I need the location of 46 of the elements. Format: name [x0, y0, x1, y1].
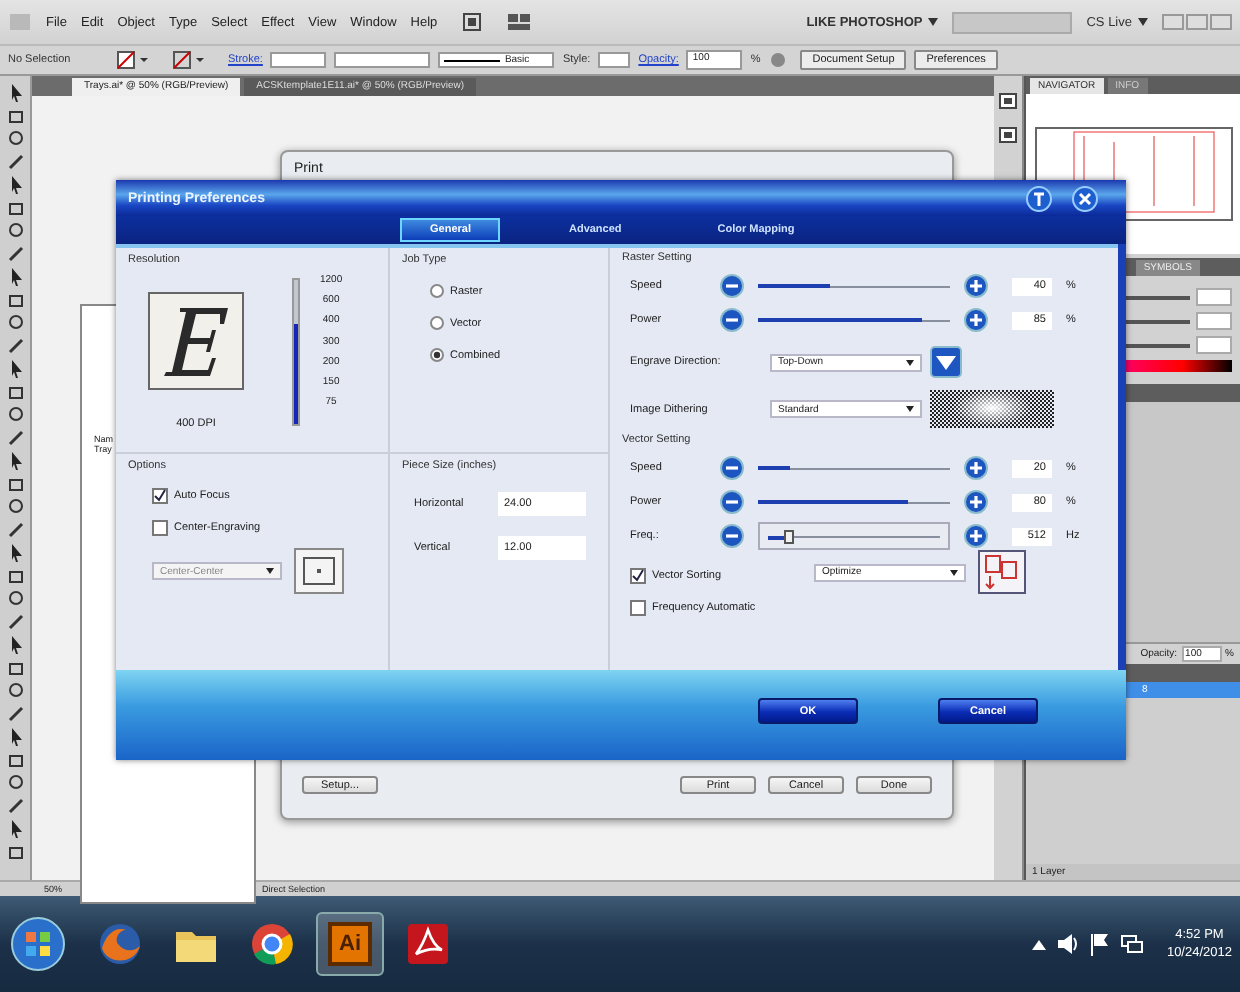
network-icon[interactable] — [1120, 932, 1145, 956]
caret-icon — [1138, 18, 1148, 26]
minus-button[interactable] — [720, 524, 744, 548]
minus-button[interactable] — [720, 308, 744, 332]
plus-button[interactable] — [964, 308, 988, 332]
dither-preview — [930, 390, 1054, 428]
speaker-icon[interactable] — [1056, 932, 1081, 956]
caret-icon — [928, 18, 939, 26]
globe-icon[interactable] — [96, 920, 144, 968]
radio-button-selected[interactable] — [430, 348, 444, 362]
plus-button[interactable] — [964, 274, 988, 298]
minus-button[interactable] — [720, 490, 744, 514]
color-field[interactable] — [1196, 336, 1232, 354]
checkbox-checked[interactable] — [152, 488, 168, 504]
checkbox[interactable] — [152, 520, 168, 536]
slider[interactable] — [758, 522, 950, 550]
app-button[interactable]: Ai — [328, 922, 372, 966]
app-logo-icon — [8, 12, 32, 32]
radio-button[interactable] — [430, 316, 444, 330]
start-button[interactable] — [8, 914, 68, 974]
show-hidden-icon[interactable] — [1032, 938, 1047, 950]
color-field[interactable] — [1196, 288, 1232, 306]
resolution-meter[interactable] — [292, 278, 300, 426]
plus-button[interactable] — [964, 490, 988, 514]
color-field[interactable] — [1196, 312, 1232, 330]
document-app-icon[interactable] — [404, 920, 452, 968]
style-dropdown[interactable] — [598, 52, 631, 68]
bridge-icon[interactable] — [459, 12, 484, 32]
plus-button[interactable] — [964, 456, 988, 480]
radio-button[interactable] — [430, 284, 444, 298]
slider-thumb[interactable] — [784, 529, 795, 543]
checkbox-checked[interactable] — [630, 567, 646, 583]
minus-button[interactable] — [720, 274, 744, 298]
search-field[interactable] — [952, 11, 1073, 33]
checkbox[interactable] — [630, 600, 646, 616]
position-grid-icon[interactable] — [294, 548, 344, 594]
minus-button[interactable] — [720, 456, 744, 480]
stroke-weight-dropdown[interactable] — [270, 52, 327, 68]
close-icon[interactable] — [1072, 185, 1098, 211]
help-icon[interactable] — [1026, 185, 1052, 211]
sorting-order-icon[interactable] — [978, 550, 1026, 594]
engraving-preview-icon — [148, 292, 244, 390]
plus-button[interactable] — [964, 524, 988, 548]
browser-icon[interactable] — [248, 920, 296, 968]
flag-icon[interactable] — [1090, 932, 1111, 956]
variable-width-dropdown[interactable] — [334, 52, 431, 68]
